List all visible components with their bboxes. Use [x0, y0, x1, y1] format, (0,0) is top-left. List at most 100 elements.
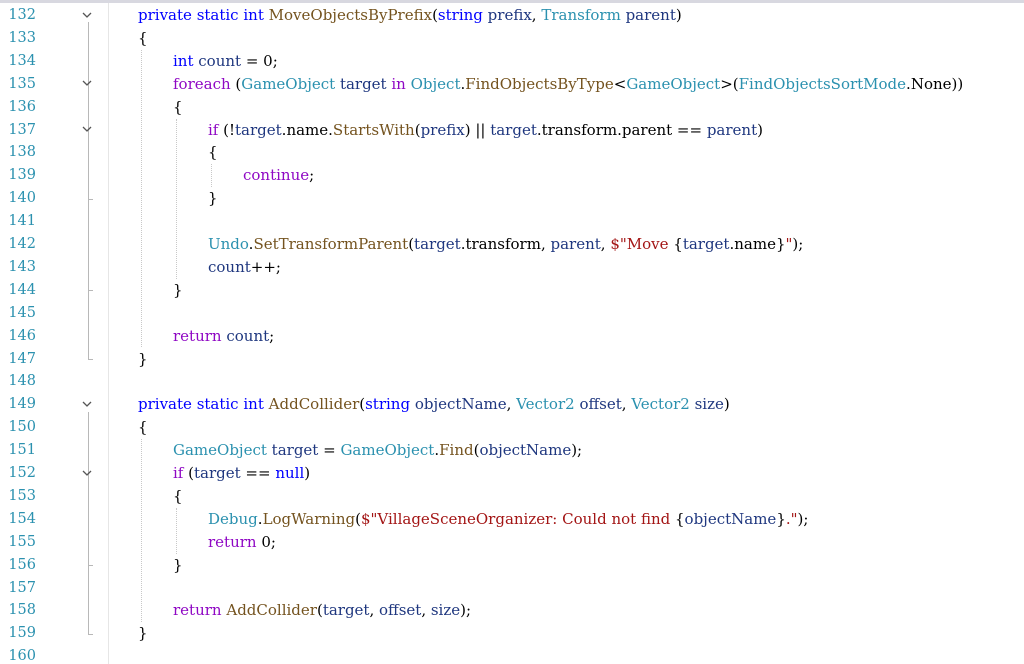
code-line[interactable]: 157: [0, 577, 1024, 600]
code-token: }: [208, 189, 218, 208]
code-line[interactable]: 160: [0, 645, 1024, 664]
code-text: int count = 0;: [173, 50, 278, 73]
code-line[interactable]: 138 {: [0, 141, 1024, 164]
code-token: .name}: [729, 235, 786, 253]
code-token: private: [138, 6, 192, 24]
code-line[interactable]: 139 continue;: [0, 164, 1024, 187]
code-token: ;: [269, 326, 275, 345]
code-text: count++;: [208, 256, 281, 279]
code-line[interactable]: 149 private static int AddCollider(string…: [0, 393, 1024, 416]
code-text: }: [138, 348, 148, 371]
code-line[interactable]: 150 {: [0, 416, 1024, 439]
code-token: $"Move: [610, 235, 674, 253]
line-number: 139: [8, 167, 36, 184]
code-text: Undo.SetTransformParent(target.transform…: [208, 233, 803, 256]
code-line[interactable]: 148: [0, 370, 1024, 393]
code-token: target: [235, 120, 282, 139]
code-line[interactable]: 141: [0, 210, 1024, 233]
code-line[interactable]: 153 {: [0, 485, 1024, 508]
code-token: return: [173, 326, 222, 345]
code-line[interactable]: 140}: [0, 187, 1024, 210]
code-line[interactable]: 159}: [0, 622, 1024, 645]
code-line[interactable]: 156}: [0, 554, 1024, 577]
code-token: Vector2: [516, 395, 575, 414]
code-token: {: [673, 235, 683, 253]
code-line[interactable]: 132 private static int MoveObjectsByPrefi…: [0, 4, 1024, 27]
line-number: 155: [8, 533, 36, 550]
code-token: Undo: [208, 235, 249, 253]
line-number: 159: [8, 625, 36, 642]
code-token: ): [304, 464, 311, 482]
code-token: GameObject: [173, 441, 267, 460]
code-text: return AddCollider(target, offset, size)…: [173, 599, 471, 622]
code-line[interactable]: 146 return count;: [0, 325, 1024, 348]
code-text: continue;: [243, 164, 314, 187]
code-token: .transform,: [460, 235, 551, 253]
code-token: in: [391, 74, 406, 93]
code-line[interactable]: 158 return AddCollider(target, offset, si…: [0, 599, 1024, 622]
code-token: .transform.parent ==: [536, 120, 707, 139]
code-token: target: [682, 235, 730, 253]
code-token: count: [208, 257, 251, 276]
line-number: 153: [8, 487, 36, 504]
code-line[interactable]: 154 Debug.LogWarning($"VillageSceneOrgani…: [0, 508, 1024, 531]
code-token: string: [365, 395, 411, 414]
code-token: (: [183, 464, 194, 482]
code-line[interactable]: 144}: [0, 279, 1024, 302]
code-token: prefix: [420, 120, 465, 139]
line-number: 152: [8, 465, 36, 481]
code-text: }: [208, 187, 218, 210]
code-token: {: [138, 28, 148, 47]
code-token: offset: [579, 395, 622, 414]
code-token: ++;: [250, 257, 281, 276]
code-token: =: [318, 441, 341, 460]
chevron-down-icon[interactable]: [80, 462, 94, 485]
line-number: 142: [8, 236, 36, 252]
code-token: Vector2: [631, 395, 690, 414]
code-token: );: [460, 601, 472, 620]
code-token: static: [196, 6, 239, 24]
code-token: Transform: [541, 6, 621, 24]
code-token: target: [490, 120, 537, 139]
chevron-down-icon[interactable]: [80, 73, 94, 96]
code-line[interactable]: 155 return 0;: [0, 531, 1024, 554]
code-token: target: [322, 601, 370, 620]
code-token: GameObject: [340, 441, 435, 460]
code-editor[interactable]: 132 private static int MoveObjectsByPrefi…: [0, 0, 1024, 664]
line-number: 143: [8, 258, 36, 275]
code-token: int: [243, 6, 264, 24]
code-line[interactable]: 137 if (!target.name.StartsWith(prefix) |…: [0, 119, 1024, 142]
code-token: ): [723, 395, 730, 414]
code-text: return 0;: [208, 531, 276, 554]
code-line[interactable]: 151 GameObject target = GameObject.Find(o…: [0, 439, 1024, 462]
code-line[interactable]: 152 if (target == null): [0, 462, 1024, 485]
code-line[interactable]: 142 Undo.SetTransformParent(target.transf…: [0, 233, 1024, 256]
code-text: {: [173, 485, 183, 508]
code-token: }: [173, 555, 183, 574]
code-text: }: [138, 622, 148, 645]
line-number: 146: [8, 327, 36, 344]
code-line[interactable]: 143 count++;: [0, 256, 1024, 279]
code-line[interactable]: 133 {: [0, 27, 1024, 50]
code-token: null: [275, 464, 305, 482]
code-token: AddCollider: [226, 601, 317, 620]
line-number: 135: [8, 75, 36, 92]
line-number: 158: [8, 602, 36, 619]
code-token: .name.: [281, 120, 333, 139]
code-token: );: [571, 441, 583, 460]
chevron-down-icon[interactable]: [80, 393, 94, 416]
code-line[interactable]: 147}: [0, 348, 1024, 371]
code-token: }: [776, 509, 786, 528]
chevron-down-icon[interactable]: [80, 119, 94, 142]
code-line[interactable]: 136 {: [0, 96, 1024, 119]
code-token: target: [271, 441, 319, 460]
line-number: 132: [8, 7, 36, 23]
code-token: ==: [240, 464, 276, 482]
code-line[interactable]: 145: [0, 302, 1024, 325]
code-token: MoveObjectsByPrefix: [268, 6, 433, 24]
code-line[interactable]: 135 foreach (GameObject target in Object.…: [0, 73, 1024, 96]
code-line[interactable]: 134 int count = 0;: [0, 50, 1024, 73]
code-token: Find: [439, 441, 474, 460]
code-text: if (target == null): [173, 462, 310, 485]
chevron-down-icon[interactable]: [80, 4, 94, 27]
